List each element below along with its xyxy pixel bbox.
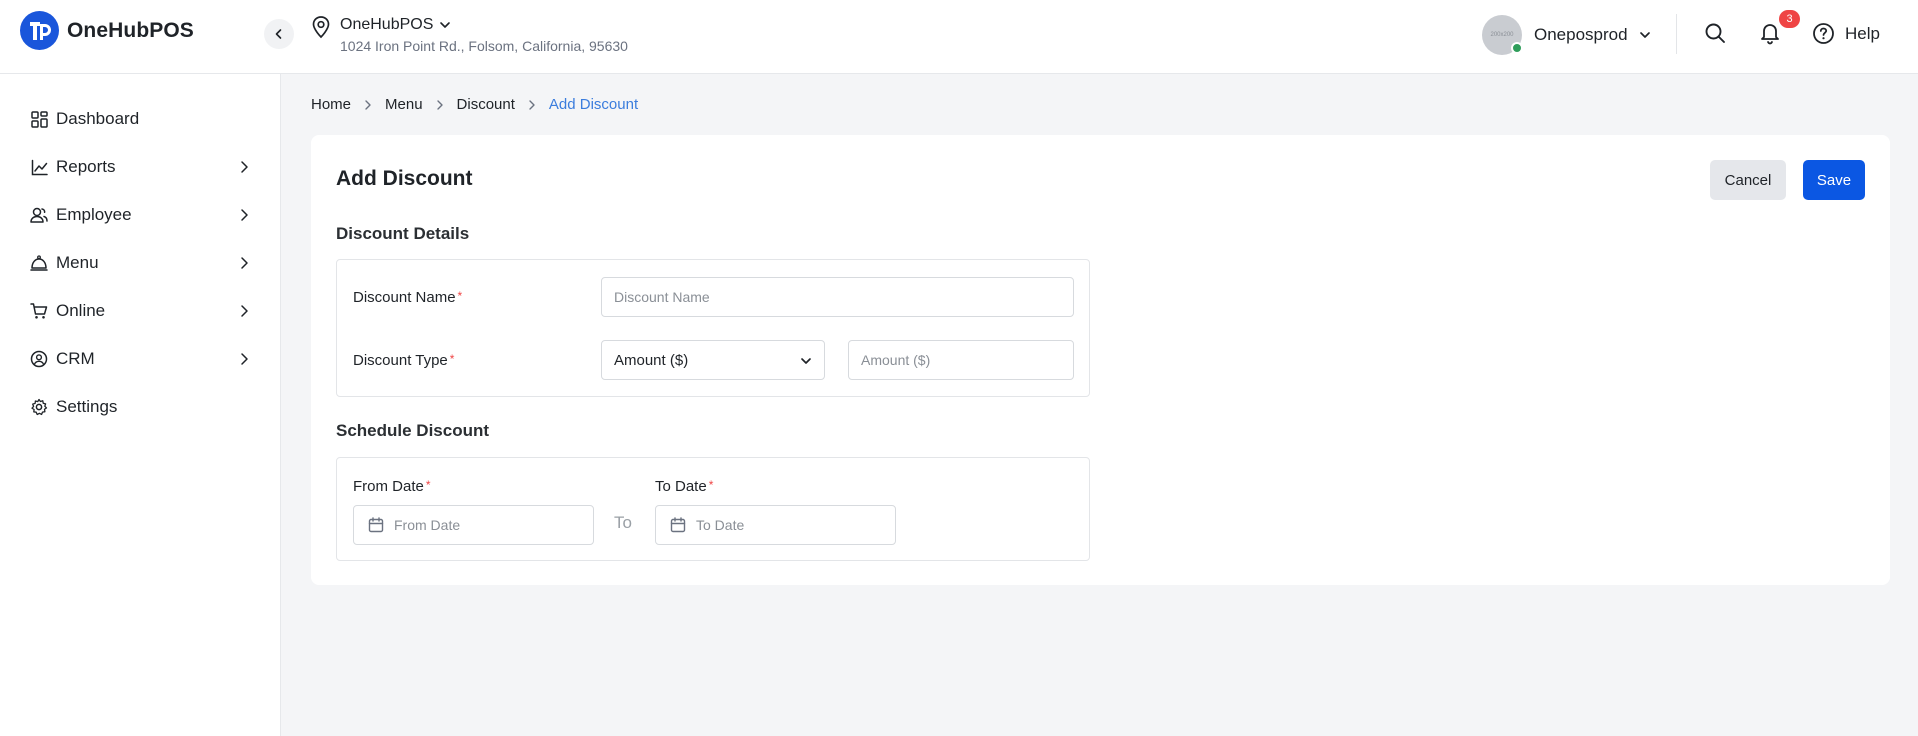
from-date-label: From Date * xyxy=(353,478,431,495)
location-name-text: OneHubPOS xyxy=(340,16,434,33)
users-icon xyxy=(30,206,48,224)
help-button[interactable]: Help xyxy=(1812,22,1880,45)
top-bar: OneHubPOS OneHubPOS 1024 Iron Point Rd.,… xyxy=(0,0,1918,74)
chevron-right-icon xyxy=(527,99,537,110)
schedule-discount-heading: Schedule Discount xyxy=(336,421,490,440)
page-title: Add Discount xyxy=(336,167,473,190)
breadcrumb: Home Menu Discount Add Discount xyxy=(311,96,638,113)
sidebar-item-label: CRM xyxy=(56,349,95,368)
user-menu[interactable]: 200x200 Oneposprod xyxy=(1482,15,1652,55)
sidebar-item-label: Menu xyxy=(56,253,99,272)
sidebar: Dashboard Reports Employee Menu Online C xyxy=(0,74,281,736)
date-range-separator: To xyxy=(614,513,632,532)
breadcrumb-menu[interactable]: Menu xyxy=(385,96,423,113)
chevron-down-icon xyxy=(440,22,451,28)
cancel-button[interactable]: Cancel xyxy=(1710,160,1786,200)
to-date-input[interactable]: To Date xyxy=(655,505,896,545)
from-date-placeholder: From Date xyxy=(394,517,461,533)
discount-type-label-text: Discount Type xyxy=(353,352,448,369)
sidebar-item-label: Online xyxy=(56,301,106,320)
calendar-icon xyxy=(670,517,686,533)
from-date-input[interactable]: From Date xyxy=(353,505,594,545)
discount-name-input[interactable] xyxy=(601,277,1074,317)
chevron-down-icon xyxy=(1639,32,1650,38)
to-date-placeholder: To Date xyxy=(696,517,745,533)
crm-icon xyxy=(30,350,48,368)
sidebar-item-reports[interactable]: Reports xyxy=(30,152,252,182)
chevron-right-icon xyxy=(435,99,445,110)
breadcrumb-current: Add Discount xyxy=(548,96,639,113)
location-name[interactable]: OneHubPOS xyxy=(340,16,451,34)
chevron-right-icon xyxy=(241,257,248,269)
discount-details-panel: Discount Name* Discount Type* Amount ($) xyxy=(336,259,1090,397)
location-pin-icon xyxy=(312,16,330,39)
sidebar-item-crm[interactable]: CRM xyxy=(30,344,252,374)
dashboard-icon xyxy=(30,110,48,128)
gear-icon xyxy=(30,398,48,416)
discount-type-select[interactable]: Amount ($) xyxy=(601,340,825,380)
schedule-discount-panel: From Date * From Date To To Date * To Date xyxy=(336,457,1090,561)
discount-type-selected-value: Amount ($) xyxy=(614,351,689,369)
chevron-right-icon xyxy=(363,99,373,110)
to-date-label-text: To Date xyxy=(655,478,707,495)
help-circle-icon xyxy=(1813,23,1834,44)
collapse-sidebar-button[interactable] xyxy=(264,19,294,49)
required-marker: * xyxy=(425,478,431,492)
cart-icon xyxy=(30,302,48,320)
notification-count-badge: 3 xyxy=(1779,10,1800,28)
discount-details-heading: Discount Details xyxy=(336,224,470,243)
notifications-button[interactable] xyxy=(1758,20,1782,51)
user-name: Oneposprod xyxy=(1534,25,1628,44)
sidebar-item-menu[interactable]: Menu xyxy=(30,248,252,278)
chart-line-icon xyxy=(30,158,48,176)
discount-name-label: Discount Name * xyxy=(353,289,462,306)
search-icon xyxy=(1705,23,1725,43)
to-date-label: To Date * xyxy=(655,478,713,495)
chevron-right-icon xyxy=(241,209,248,221)
onehub-logo-icon xyxy=(20,11,59,50)
help-label: Help xyxy=(1845,23,1880,43)
save-button[interactable]: Save xyxy=(1803,160,1865,200)
from-date-label-text: From Date xyxy=(353,478,424,495)
calendar-icon xyxy=(368,517,384,533)
location-address: 1024 Iron Point Rd., Folsom, California,… xyxy=(340,38,628,54)
app-name: OneHubPOS xyxy=(67,18,194,42)
search-button[interactable] xyxy=(1703,21,1727,50)
online-status-dot xyxy=(1511,42,1523,54)
chevron-right-icon xyxy=(241,161,248,173)
sidebar-item-dashboard[interactable]: Dashboard xyxy=(30,104,252,134)
required-marker: * xyxy=(457,289,463,303)
header-divider xyxy=(1676,14,1677,54)
sidebar-item-settings[interactable]: Settings xyxy=(30,392,252,422)
sidebar-item-label: Reports xyxy=(56,157,116,176)
add-discount-card: Add Discount Cancel Save Discount Detail… xyxy=(311,135,1890,585)
sidebar-item-label: Employee xyxy=(56,205,132,224)
chevron-down-icon xyxy=(801,358,811,364)
chevron-right-icon xyxy=(241,305,248,317)
sidebar-item-label: Dashboard xyxy=(56,109,140,128)
required-marker: * xyxy=(449,352,455,366)
sidebar-item-employee[interactable]: Employee xyxy=(30,200,252,230)
amount-input[interactable] xyxy=(848,340,1074,380)
chevron-left-icon xyxy=(275,29,282,39)
chevron-right-icon xyxy=(241,353,248,365)
cloche-icon xyxy=(30,254,48,272)
discount-type-label: Discount Type * xyxy=(353,352,454,369)
required-marker: * xyxy=(708,478,714,492)
sidebar-item-online[interactable]: Online xyxy=(30,296,252,326)
avatar-placeholder-text: 200x200 xyxy=(1490,32,1514,38)
breadcrumb-discount[interactable]: Discount xyxy=(457,96,515,113)
breadcrumb-home[interactable]: Home xyxy=(311,96,351,113)
sidebar-item-label: Settings xyxy=(56,397,118,416)
discount-name-label-text: Discount Name xyxy=(353,289,456,306)
app-logo[interactable]: OneHubPOS xyxy=(20,11,194,50)
avatar: 200x200 xyxy=(1482,15,1523,55)
bell-icon xyxy=(1761,24,1779,45)
